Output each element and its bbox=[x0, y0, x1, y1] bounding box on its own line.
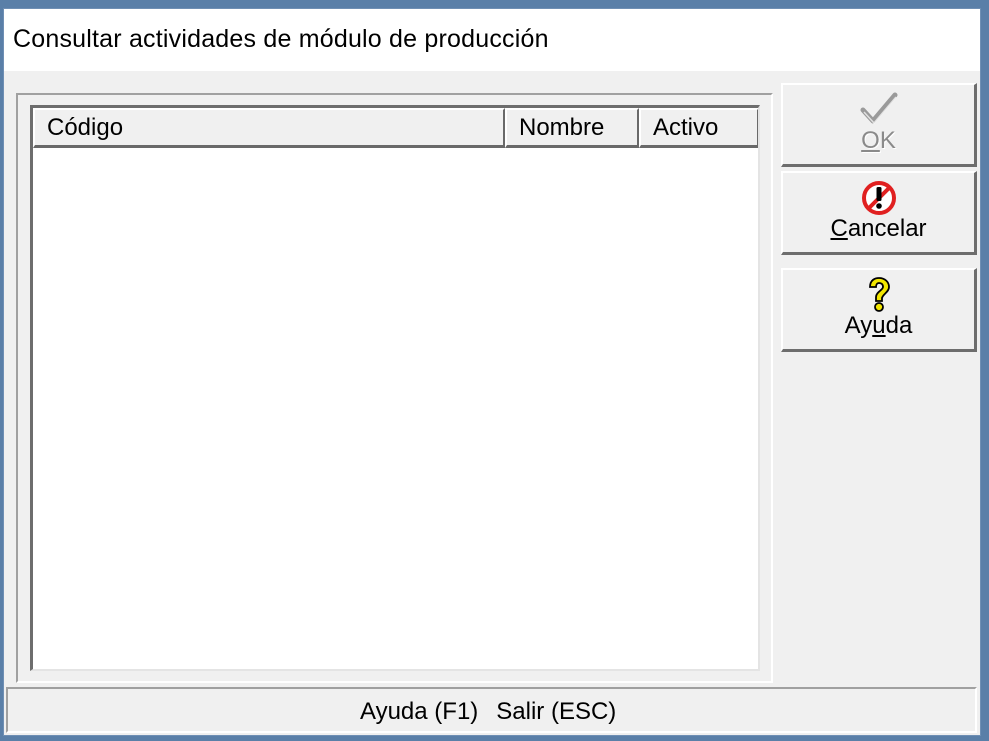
help-button[interactable]: Ayuda bbox=[781, 268, 977, 352]
column-header-codigo[interactable]: Código bbox=[33, 108, 505, 148]
cancel-button[interactable]: Cancelar bbox=[781, 171, 977, 255]
title-bar[interactable]: Consultar actividades de módulo de produ… bbox=[4, 9, 980, 71]
checkmark-icon bbox=[859, 91, 899, 132]
exit-shortcut-hint: Salir (ESC) bbox=[496, 698, 617, 725]
list-panel: Código Nombre Activo bbox=[16, 93, 773, 683]
column-header-nombre[interactable]: Nombre bbox=[505, 108, 639, 148]
dialog-window: Consultar actividades de módulo de produ… bbox=[3, 8, 981, 736]
status-hints: Ayuda (F1) Salir (ESC) bbox=[360, 698, 634, 726]
ok-button-label: OK bbox=[861, 127, 896, 154]
status-bar: Ayuda (F1) Salir (ESC) bbox=[6, 687, 977, 733]
column-header-activo[interactable]: Activo bbox=[639, 108, 758, 148]
ok-button[interactable]: OK bbox=[781, 83, 977, 167]
activities-list[interactable]: Código Nombre Activo bbox=[30, 105, 760, 671]
list-header: Código Nombre Activo bbox=[33, 108, 758, 148]
help-shortcut-hint: Ayuda (F1) bbox=[360, 698, 479, 725]
cancel-button-label: Cancelar bbox=[830, 215, 927, 242]
window-title: Consultar actividades de módulo de produ… bbox=[13, 25, 549, 53]
help-button-label: Ayuda bbox=[844, 312, 913, 339]
